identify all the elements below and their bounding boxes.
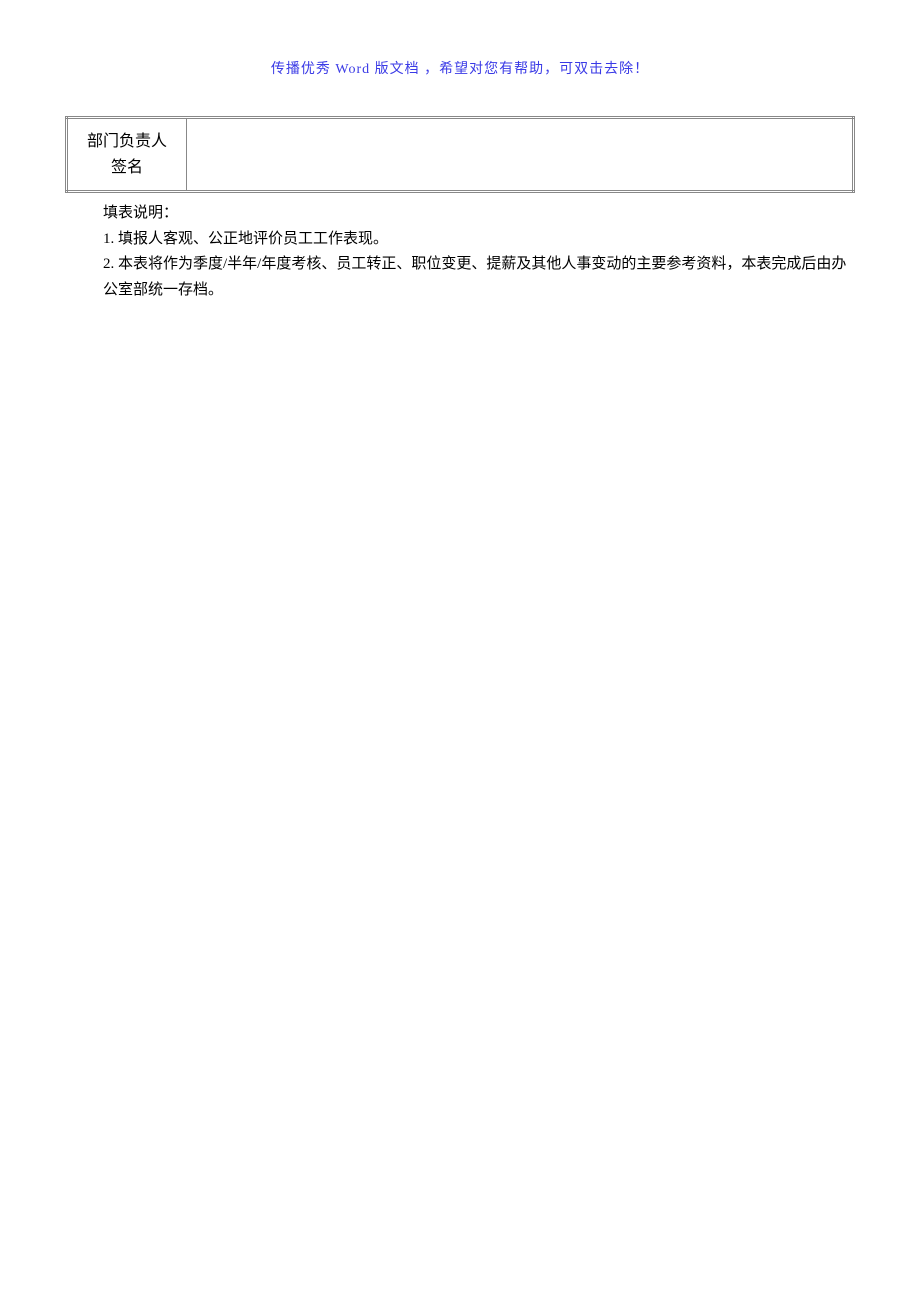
signature-value-cell: [187, 118, 854, 192]
table-row: 部门负责人 签名: [67, 118, 854, 192]
form-notes: 填表说明： 1. 填报人客观、公正地评价员工工作表现。 2. 本表将作为季度/半…: [65, 193, 855, 303]
notes-heading: 填表说明：: [103, 201, 855, 227]
document-content: 部门负责人 签名 填表说明： 1. 填报人客观、公正地评价员工工作表现。 2. …: [0, 78, 920, 303]
signature-label-line1: 部门负责人: [87, 133, 167, 150]
notes-item-2: 2. 本表将作为季度/半年/年度考核、员工转正、职位变更、提薪及其他人事变动的主…: [103, 252, 855, 303]
signature-label-line2: 签名: [111, 159, 143, 176]
signature-table: 部门负责人 签名: [65, 116, 855, 193]
signature-label-cell: 部门负责人 签名: [67, 118, 187, 192]
header-note-text: 传播优秀 Word 版文档 ，希望对您有帮助，可双击去除！: [271, 62, 649, 77]
page-header-note: 传播优秀 Word 版文档 ，希望对您有帮助，可双击去除！: [0, 0, 920, 78]
notes-item-1: 1. 填报人客观、公正地评价员工工作表现。: [103, 227, 855, 253]
